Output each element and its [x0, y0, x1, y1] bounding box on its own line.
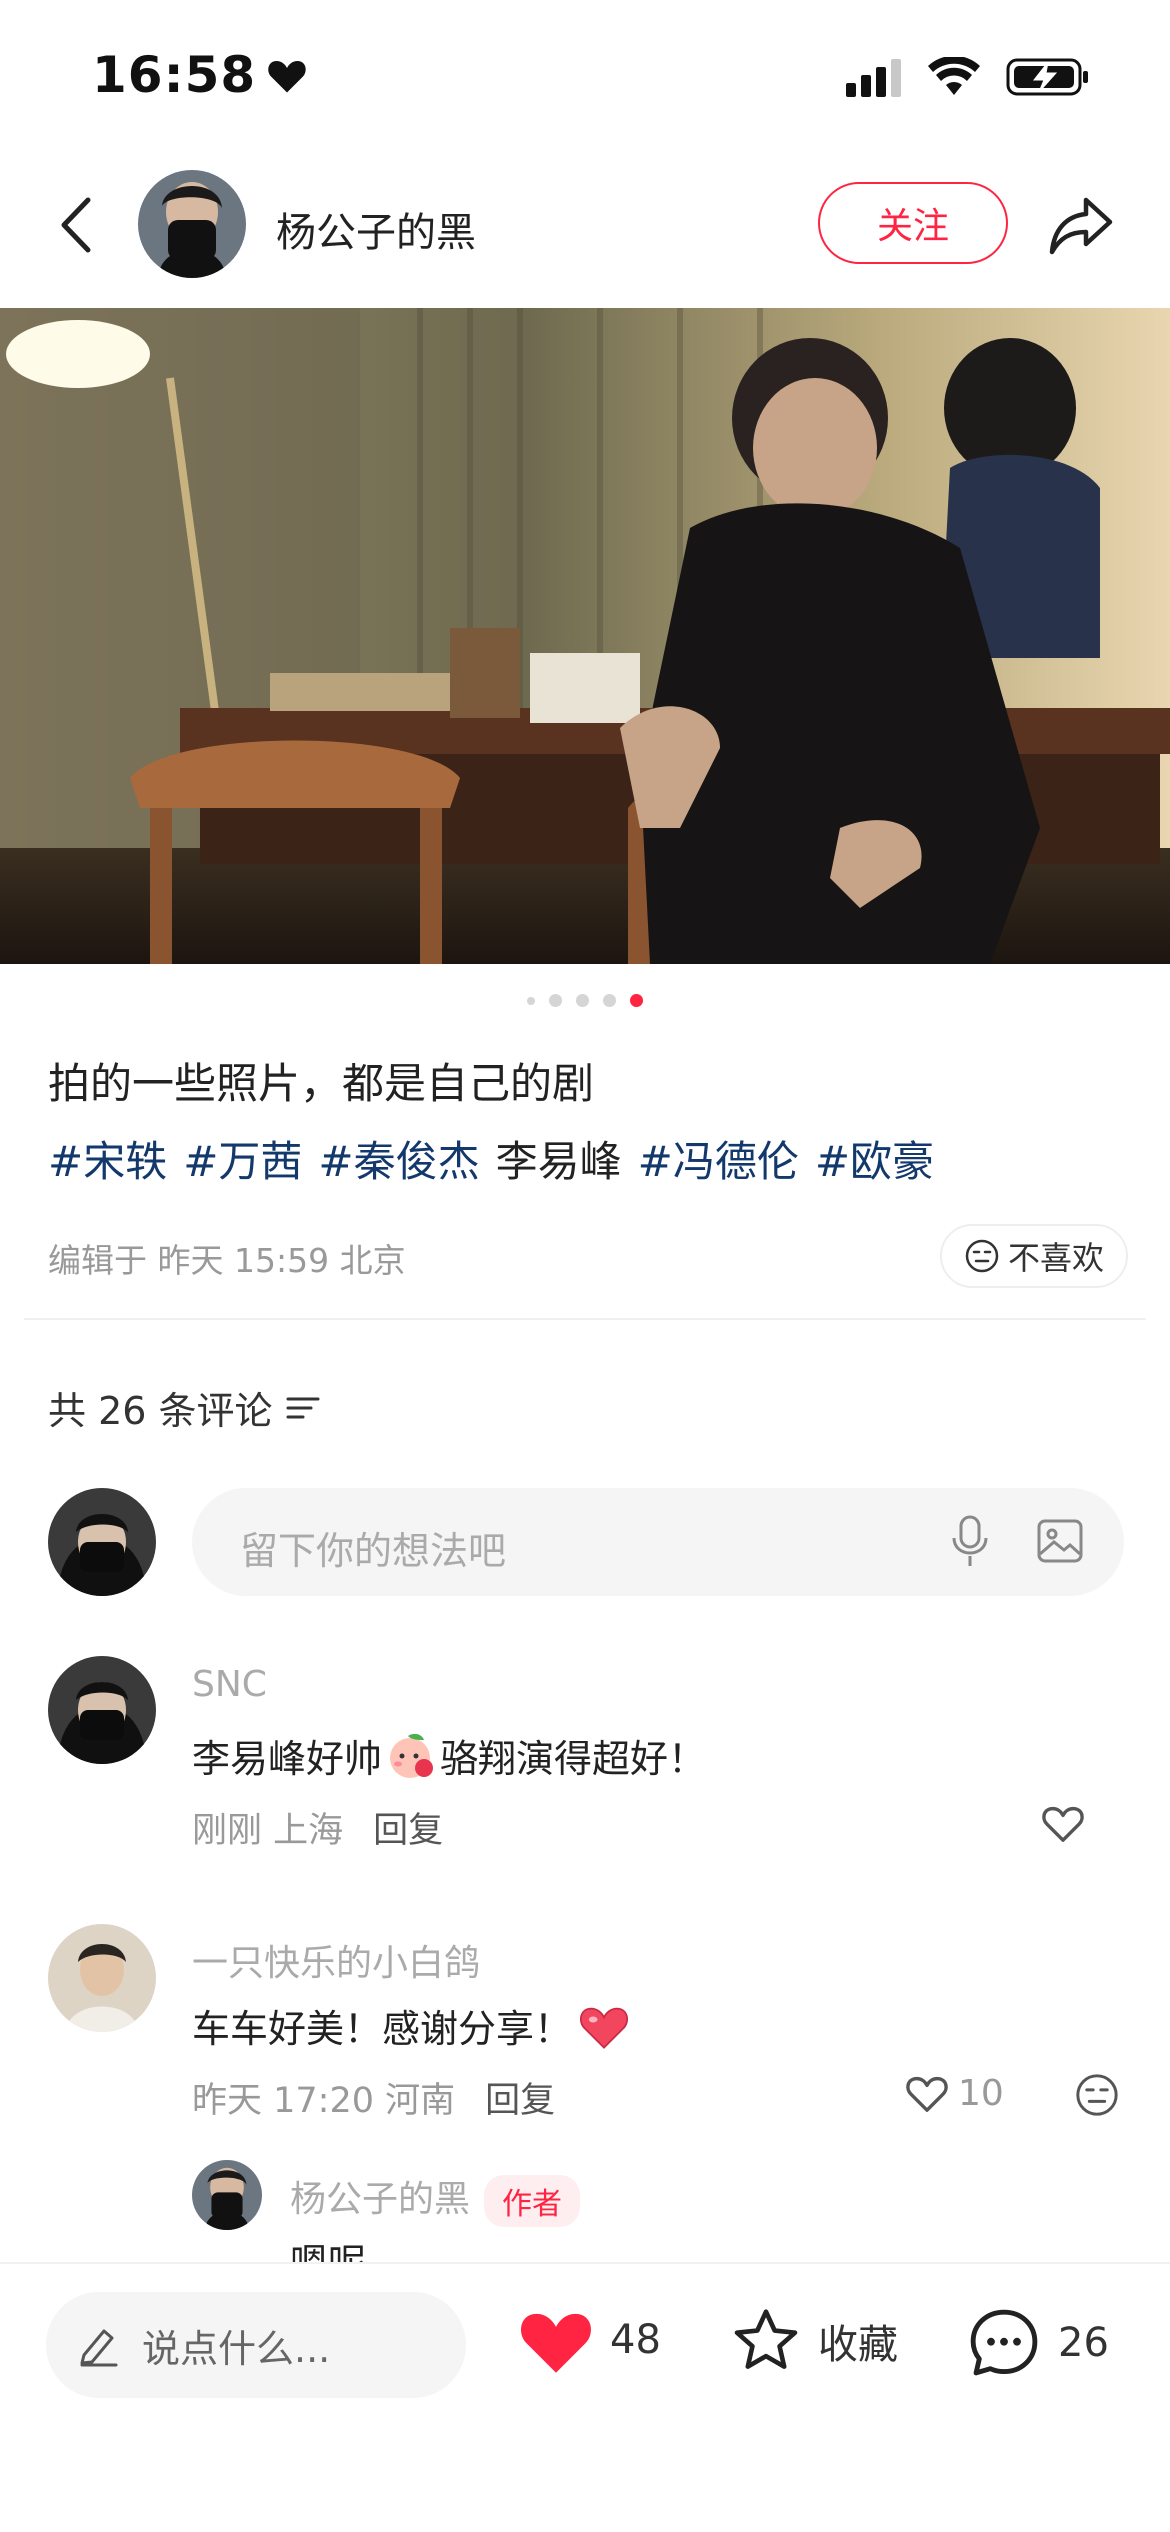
- red-heart-emoji-icon: [579, 2007, 629, 2049]
- commenter-avatar[interactable]: [48, 1656, 156, 1764]
- comment-text-part: 车车好美！感谢分享！: [192, 2007, 573, 2051]
- comments-count: 26: [1058, 2320, 1109, 2366]
- reply-button[interactable]: 回复: [373, 1802, 443, 1853]
- heart-outline-icon: [906, 2076, 948, 2112]
- status-time-text: 16:58: [92, 46, 257, 104]
- share-icon[interactable]: [1046, 190, 1116, 260]
- comment-text: 车车好美！感谢分享！: [192, 1998, 630, 2053]
- peach-emoji-icon: [390, 1733, 434, 1778]
- author-badge: 作者: [484, 2175, 581, 2227]
- like-button[interactable]: 48: [516, 2304, 661, 2376]
- photo-pager: [0, 994, 1170, 1007]
- comment-like-button[interactable]: [1040, 1802, 1086, 1844]
- hashtag-link[interactable]: #宋轶: [48, 1128, 167, 1189]
- comment-input[interactable]: 留下你的想法吧: [192, 1488, 1124, 1596]
- hashtag-link[interactable]: #冯德伦: [638, 1128, 799, 1189]
- star-outline-icon: [734, 2309, 798, 2369]
- commenter-name[interactable]: SNC: [192, 1664, 267, 1705]
- meh-face-icon[interactable]: [1074, 2072, 1120, 2118]
- comment-count-header[interactable]: 共 26 条评论: [48, 1380, 321, 1435]
- post-edited-meta: 编辑于 昨天 15:59 北京: [48, 1241, 406, 1280]
- post-description: 拍的一些照片，都是自己的剧: [48, 1059, 595, 1108]
- chat-bubble-icon: [970, 2309, 1038, 2376]
- comment-count-label: 共 26 条评论: [48, 1389, 273, 1433]
- signal-icon: [846, 59, 901, 97]
- author-name[interactable]: 杨公子的黑: [276, 200, 476, 258]
- sort-filter-icon[interactable]: [285, 1393, 321, 1423]
- battery-charging-icon: [1006, 58, 1088, 96]
- post-header: 杨公子的黑 关注: [0, 160, 1170, 290]
- reply-author-row: 杨公子的黑 作者: [290, 2170, 581, 2227]
- status-time: 16:58: [92, 46, 308, 104]
- microphone-icon[interactable]: [950, 1514, 990, 1568]
- author-avatar[interactable]: [138, 170, 246, 278]
- comments-button[interactable]: 26: [964, 2304, 1109, 2382]
- post-tags: #宋轶 #万茜 #秦俊杰 李易峰 #冯德伦 #欧豪: [48, 1128, 934, 1189]
- dislike-label: 不喜欢: [1008, 1239, 1105, 1277]
- comment-meta: 昨天 17:20 河南 回复: [192, 2072, 555, 2123]
- say-something-input[interactable]: 说点什么...: [46, 2292, 466, 2398]
- comment-like-button[interactable]: 10: [904, 2072, 1004, 2114]
- reply-author-avatar[interactable]: [192, 2160, 262, 2230]
- reply-author-name[interactable]: 杨公子的黑: [290, 2179, 470, 2220]
- comment-time-place: 昨天 17:20 河南: [192, 2081, 456, 2121]
- comment-text: 李易峰好帅 骆翔演得超好！: [192, 1728, 706, 1783]
- bottom-action-bar: 说点什么... 48 收藏 26: [0, 2262, 1170, 2532]
- hashtag-link[interactable]: #欧豪: [815, 1128, 934, 1189]
- heart-filled-icon: [521, 2313, 591, 2373]
- plain-tag-text: 李易峰: [495, 1137, 622, 1186]
- comment-text-part: 李易峰好帅: [192, 1737, 383, 1781]
- status-bar: 16:58: [0, 0, 1170, 150]
- comment-meta: 刚刚 上海 回复: [192, 1802, 443, 1853]
- image-icon[interactable]: [1036, 1518, 1084, 1564]
- heart-outline-icon: [1042, 1806, 1084, 1842]
- reply-button[interactable]: 回复: [485, 2072, 555, 2123]
- dislike-button[interactable]: 不喜欢: [940, 1224, 1129, 1288]
- current-user-avatar: [48, 1488, 156, 1596]
- wifi-icon: [928, 57, 980, 95]
- pager-dot: [527, 996, 535, 1005]
- comment-like-count: 10: [958, 2072, 1004, 2114]
- meh-face-icon: [965, 1239, 999, 1273]
- pager-dot-active: [630, 994, 643, 1007]
- heart-icon: [268, 61, 306, 93]
- pager-dot: [603, 994, 616, 1007]
- back-icon[interactable]: [50, 190, 110, 260]
- commenter-avatar[interactable]: [48, 1924, 156, 2032]
- follow-button[interactable]: 关注: [818, 182, 1008, 264]
- like-count: 48: [610, 2317, 661, 2363]
- pencil-icon: [80, 2329, 118, 2367]
- hashtag-link[interactable]: #秦俊杰: [318, 1128, 479, 1189]
- comment-time-place: 刚刚 上海: [192, 1811, 344, 1851]
- section-divider: [24, 1318, 1146, 1320]
- collect-label: 收藏: [818, 2322, 898, 2368]
- collect-button[interactable]: 收藏: [728, 2304, 898, 2378]
- hashtag-link[interactable]: #万茜: [183, 1128, 302, 1189]
- comment-input-placeholder: 留下你的想法吧: [240, 1529, 507, 1573]
- comment-text-part: 骆翔演得超好！: [440, 1737, 707, 1781]
- pager-dot: [549, 994, 562, 1007]
- say-something-placeholder: 说点什么...: [142, 2326, 331, 2371]
- post-photo[interactable]: [0, 308, 1170, 964]
- status-icons: [846, 56, 1090, 98]
- commenter-name[interactable]: 一只快乐的小白鸽: [192, 1934, 480, 1986]
- pager-dot: [576, 994, 589, 1007]
